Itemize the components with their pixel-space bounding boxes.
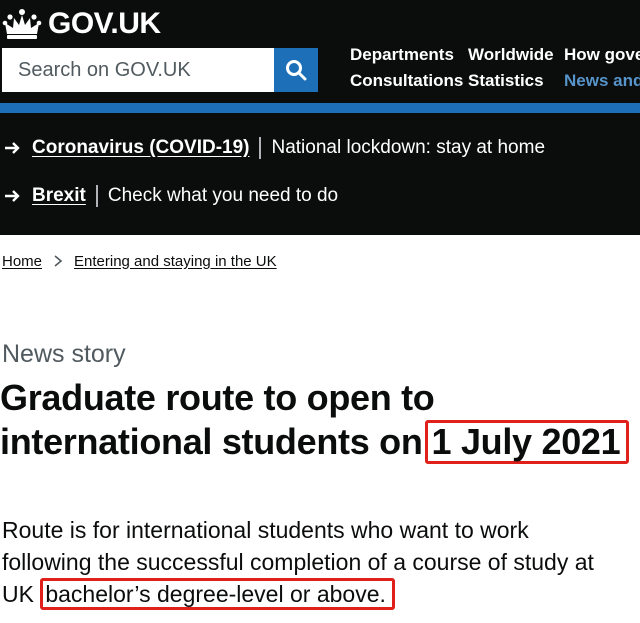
header-blue-bar: [0, 103, 640, 113]
chevron-right-icon: [54, 255, 63, 267]
nav-statistics[interactable]: Statistics: [468, 70, 564, 96]
arrow-right-icon: [5, 190, 20, 202]
govuk-logo[interactable]: GOV.UK: [2, 6, 161, 42]
nav-news-and-communications[interactable]: News and: [564, 70, 640, 96]
breadcrumb: Home Entering and staying in the UK: [2, 250, 277, 272]
arrow-right-icon: [5, 142, 20, 154]
title-line-2-text: international students on: [0, 421, 423, 462]
nav-worldwide[interactable]: Worldwide: [468, 44, 564, 70]
page-title: Graduate route to open to international …: [0, 376, 640, 464]
title-line-1: Graduate route to open to: [0, 377, 435, 418]
banner-divider: [259, 137, 262, 159]
lede-line-2: following the successful completion of a…: [2, 549, 594, 575]
lede-line-3: UK bachelor’s degree-level or above.: [2, 578, 640, 610]
global-banner: Coronavirus (COVID-19) National lockdown…: [0, 113, 640, 235]
nav-consultations[interactable]: Consultations: [350, 70, 468, 96]
logo-text: GOV.UK: [48, 7, 161, 40]
crown-icon: [2, 9, 42, 39]
banner-item-coronavirus: Coronavirus (COVID-19) National lockdown…: [4, 133, 545, 163]
article-lede: Route is for international students who …: [2, 514, 640, 610]
search-form: [2, 48, 318, 92]
banner-text-brexit: Check what you need to do: [107, 185, 339, 206]
banner-divider: [95, 185, 98, 207]
search-icon: [286, 60, 307, 81]
banner-item-brexit: Brexit Check what you need to do: [4, 181, 338, 211]
breadcrumb-entering-staying[interactable]: Entering and staying in the UK: [74, 253, 277, 270]
nav-departments[interactable]: Departments: [350, 44, 468, 70]
degree-level-highlight: bachelor’s degree-level or above.: [40, 578, 395, 610]
banner-text-lockdown: National lockdown: stay at home: [271, 137, 546, 158]
search-input[interactable]: [2, 48, 274, 92]
title-date-highlight: 1 July 2021: [424, 420, 630, 464]
banner-link-coronavirus[interactable]: Coronavirus (COVID-19): [32, 137, 249, 159]
lede-line-3-prefix: UK: [2, 581, 34, 607]
nav-how-government-works[interactable]: How gove: [564, 44, 640, 70]
site-header: GOV.UK Departments Worldwide How gove Co…: [0, 0, 640, 104]
breadcrumb-home[interactable]: Home: [2, 253, 42, 270]
search-button[interactable]: [274, 48, 318, 92]
content-type-caption: News story: [2, 340, 126, 368]
lede-line-1: Route is for international students who …: [2, 517, 529, 543]
banner-link-brexit[interactable]: Brexit: [32, 185, 86, 207]
top-navigation: Departments Worldwide How gove Consultat…: [350, 44, 640, 98]
title-line-2: international students on 1 July 2021: [0, 420, 640, 464]
